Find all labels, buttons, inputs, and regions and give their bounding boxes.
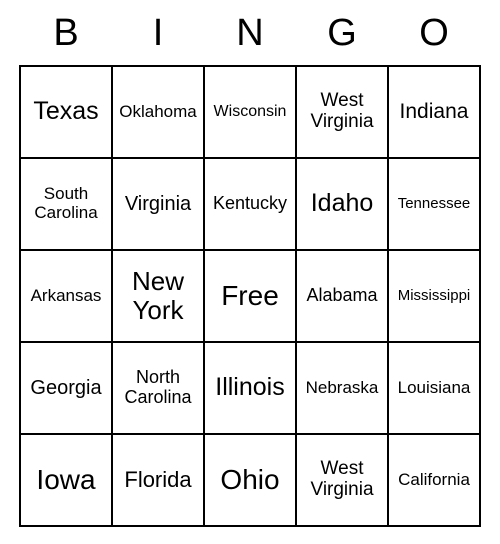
bingo-cell[interactable]: Oklahoma xyxy=(112,66,204,158)
bingo-header: B I N G O xyxy=(20,12,480,55)
bingo-cell[interactable]: Virginia xyxy=(112,158,204,250)
bingo-cell[interactable]: Wisconsin xyxy=(204,66,296,158)
bingo-cell[interactable]: Georgia xyxy=(20,342,112,434)
bingo-cell[interactable]: South Carolina xyxy=(20,158,112,250)
header-letter-g: G xyxy=(296,12,388,55)
bingo-cell[interactable]: Texas xyxy=(20,66,112,158)
bingo-cell[interactable]: Iowa xyxy=(20,434,112,526)
bingo-cell[interactable]: Ohio xyxy=(204,434,296,526)
bingo-cell[interactable]: Mississippi xyxy=(388,250,480,342)
header-letter-i: I xyxy=(112,12,204,55)
bingo-free-cell[interactable]: Free xyxy=(204,250,296,342)
bingo-cell[interactable]: Kentucky xyxy=(204,158,296,250)
bingo-cell[interactable]: Idaho xyxy=(296,158,388,250)
bingo-grid: Texas Oklahoma Wisconsin West Virginia I… xyxy=(19,65,481,527)
bingo-cell[interactable]: Tennessee xyxy=(388,158,480,250)
bingo-cell[interactable]: North Carolina xyxy=(112,342,204,434)
bingo-cell[interactable]: West Virginia xyxy=(296,434,388,526)
bingo-cell[interactable]: Nebraska xyxy=(296,342,388,434)
bingo-cell[interactable]: Florida xyxy=(112,434,204,526)
bingo-cell[interactable]: New York xyxy=(112,250,204,342)
bingo-cell[interactable]: Louisiana xyxy=(388,342,480,434)
header-letter-o: O xyxy=(388,12,480,55)
bingo-cell[interactable]: West Virginia xyxy=(296,66,388,158)
bingo-cell[interactable]: Illinois xyxy=(204,342,296,434)
header-letter-b: B xyxy=(20,12,112,55)
bingo-cell[interactable]: Arkansas xyxy=(20,250,112,342)
bingo-cell[interactable]: Alabama xyxy=(296,250,388,342)
header-letter-n: N xyxy=(204,12,296,55)
bingo-cell[interactable]: Indiana xyxy=(388,66,480,158)
bingo-cell[interactable]: California xyxy=(388,434,480,526)
